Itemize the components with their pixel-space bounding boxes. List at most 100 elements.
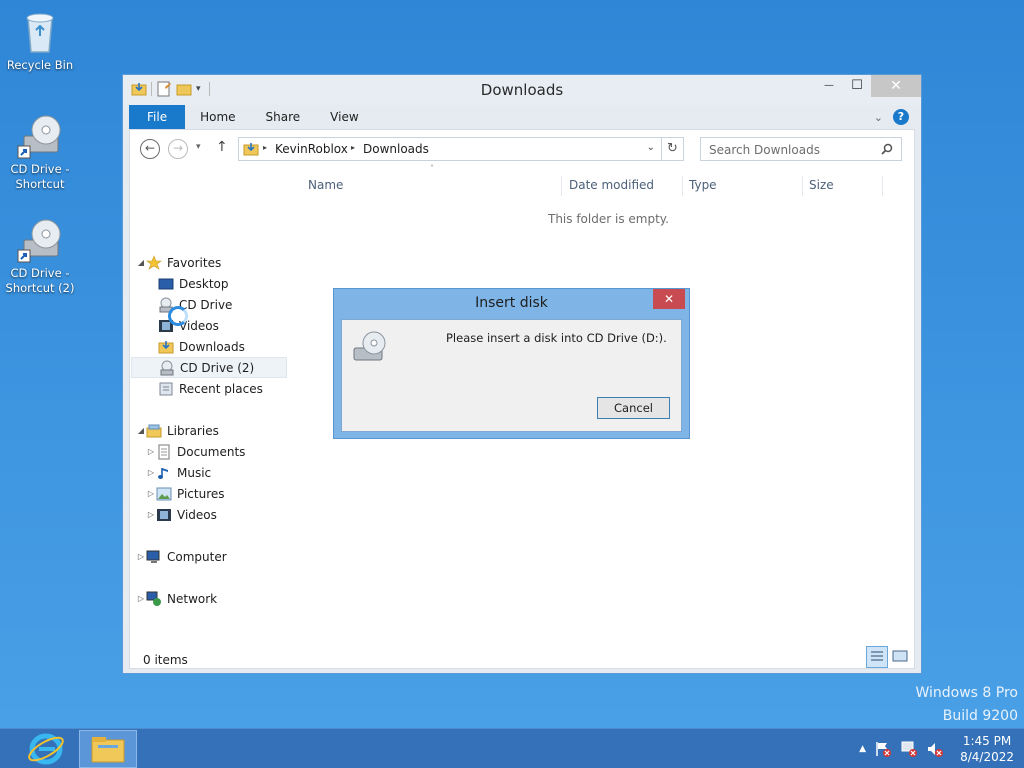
column-type[interactable]: Type [689,178,717,192]
nav-downloads-label: Downloads [179,339,245,354]
column-date-modified[interactable]: Date modified [569,178,654,192]
nav-cd-drive-label: CD Drive [179,297,233,312]
internet-explorer-icon [28,733,64,765]
navigation-pane: ◢ Favorites Desktop CD Drive Videos Down… [130,168,290,638]
network-icon [146,591,162,607]
cd-drive-dialog-icon [353,331,386,361]
breadcrumb-separator-icon[interactable]: ▸ [263,143,267,152]
nav-favorites-label: Favorites [167,255,222,270]
forward-button[interactable]: → [168,139,188,159]
refresh-icon[interactable]: ↻ [661,138,683,160]
expand-arrow-6-icon[interactable]: ▷ [136,594,146,603]
window-controls: — ☐ ✕ [815,75,921,97]
downloads-icon [158,339,174,355]
cd-drive-shortcut-2-icon[interactable]: CD Drive - Shortcut (2) [0,216,80,296]
nav-cd-drive-2[interactable]: CD Drive (2) [131,357,287,378]
column-name[interactable]: Name [308,178,343,192]
breadcrumb-current[interactable]: Downloads [363,142,429,156]
recycle-bin-glyph-icon [16,8,64,56]
network-status-icon[interactable] [900,740,918,758]
clock-time: 1:45 PM [962,734,1012,748]
busy-cursor-icon [168,306,188,326]
nav-desktop-label: Desktop [179,276,229,291]
nav-music[interactable]: ▷ Music [146,462,302,483]
sort-arrow-icon: ˄ [430,164,434,173]
recycle-bin-label: Recycle Bin [6,58,74,72]
desktop: Recycle Bin CD Drive - Shortcut CD Drive [0,0,1024,728]
volume-muted-icon[interactable] [926,740,944,758]
cd-drive-shortcut-2-label: CD Drive - Shortcut (2) [5,266,75,295]
minimize-button[interactable]: — [815,75,843,97]
dialog-body: Please insert a disk into CD Drive (D:).… [341,319,682,432]
collapse-arrow-icon[interactable]: ◢ [136,258,146,267]
file-explorer-icon [91,737,125,763]
search-input[interactable]: Search Downloads [700,137,902,161]
nav-library-videos[interactable]: ▷ Videos [146,504,302,525]
expand-arrow-3-icon[interactable]: ▷ [146,489,156,498]
nav-network[interactable]: ▷ Network [136,588,292,609]
tab-share[interactable]: Share [251,105,316,129]
column-separator-3 [802,176,803,196]
recycle-bin-icon[interactable]: Recycle Bin [0,8,80,73]
search-placeholder: Search Downloads [709,143,820,157]
tab-file[interactable]: File [129,105,186,129]
clock[interactable]: 1:45 PM 8/4/2022 [960,733,1014,765]
column-separator-2 [682,176,683,196]
cd-drive-shortcut-label: CD Drive - Shortcut [10,162,70,191]
expand-arrow-5-icon[interactable]: ▷ [136,552,146,561]
expand-arrow-icon[interactable]: ▷ [146,447,156,456]
expand-arrow-4-icon[interactable]: ▷ [146,510,156,519]
nav-libraries-label: Libraries [167,423,219,438]
nav-music-label: Music [177,465,212,480]
nav-pictures[interactable]: ▷ Pictures [146,483,302,504]
watermark-build: Build 9200 [942,708,1018,724]
help-icon[interactable]: ? [893,109,909,125]
system-tray: ▲ 1:45 PM 8/4/2022 [859,729,1014,768]
back-button[interactable]: ← [140,139,160,159]
clock-date: 8/4/2022 [960,750,1014,764]
close-button[interactable]: ✕ [871,75,921,97]
downloads-folder-icon [243,143,259,156]
recent-places-icon [158,381,174,397]
nav-library-videos-label: Videos [177,507,217,522]
cancel-button[interactable]: Cancel [597,397,670,419]
large-icons-view-icon[interactable] [890,646,912,668]
action-center-flag-icon[interactable] [874,740,892,758]
nav-documents[interactable]: ▷ Documents [146,441,302,462]
recent-locations-icon[interactable]: ▾ [196,142,201,152]
title-bar[interactable]: ▾ Downloads — ☐ ✕ [123,75,921,105]
search-icon[interactable] [881,143,893,155]
document-icon [156,444,172,460]
cd-drive-2-icon [159,360,175,376]
desktop-icon [158,276,174,292]
nav-computer[interactable]: ▷ Computer [136,546,292,567]
show-hidden-icons-icon[interactable]: ▲ [859,744,866,754]
film-2-icon [156,507,172,523]
address-dropdown-icon[interactable]: ⌄ [647,142,655,153]
nav-favorites[interactable]: ◢ Favorites [136,252,292,273]
file-explorer-button[interactable] [79,730,137,768]
breadcrumb-separator-2-icon[interactable]: ▸ [351,143,355,152]
tab-home[interactable]: Home [185,105,250,129]
collapse-arrow-2-icon[interactable]: ◢ [136,426,146,435]
cd-drive-shortcut-icon[interactable]: CD Drive - Shortcut [0,112,80,192]
expand-ribbon-icon[interactable]: ⌄ [874,111,883,124]
status-item-count: 0 items [143,653,188,667]
expand-arrow-2-icon[interactable]: ▷ [146,468,156,477]
details-view-icon[interactable] [866,646,888,668]
tab-view[interactable]: View [315,105,373,129]
nav-recent-places[interactable]: Recent places [158,378,314,399]
cd-drive-glyph-2-icon [16,216,64,264]
dialog-close-button[interactable]: ✕ [653,289,685,309]
nav-downloads[interactable]: Downloads [158,336,314,357]
internet-explorer-button[interactable] [17,730,75,768]
up-arrow-icon[interactable]: ↑ [216,139,228,155]
nav-desktop[interactable]: Desktop [158,273,314,294]
computer-icon [146,549,162,565]
breadcrumb-root[interactable]: KevinRoblox [275,142,348,156]
nav-libraries[interactable]: ◢ Libraries [136,420,292,441]
column-size[interactable]: Size [809,178,834,192]
maximize-button[interactable]: ☐ [843,75,871,97]
address-bar[interactable]: ▸ KevinRoblox ▸ Downloads ⌄ ↻ [238,137,684,161]
star-icon [146,254,162,271]
